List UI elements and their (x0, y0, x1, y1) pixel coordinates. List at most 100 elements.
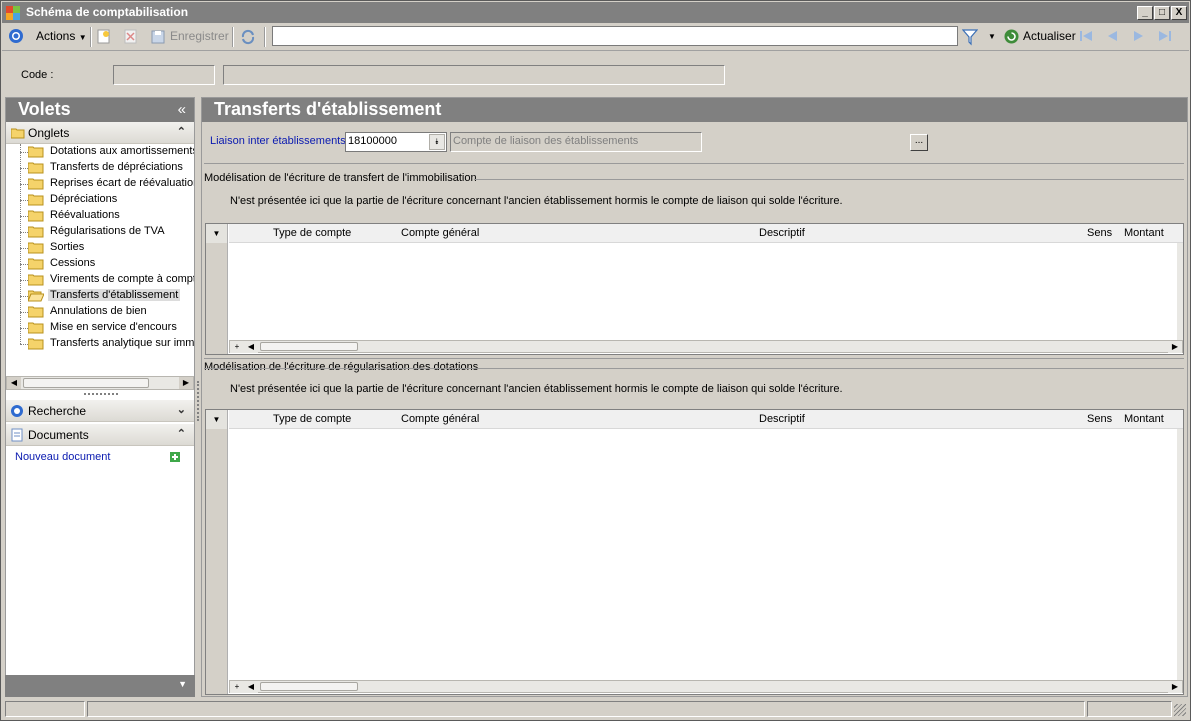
title-bar[interactable]: Schéma de comptabilisation _ □ X (2, 2, 1189, 23)
tree-item-label: Mise en service d'encours (50, 321, 177, 333)
tree-item[interactable]: Transferts de dépréciations (6, 160, 194, 176)
volets-header: Volets « (6, 98, 194, 122)
add-icon[interactable] (170, 452, 180, 462)
liaison-label[interactable]: Liaison inter établissements: (210, 135, 349, 147)
close-button[interactable]: X (1171, 6, 1187, 20)
previous-record-icon[interactable] (1105, 29, 1119, 43)
recherche-label: Recherche (28, 404, 87, 418)
column-header[interactable]: Descriptif (759, 227, 805, 239)
scroll-thumb[interactable] (23, 378, 149, 388)
grid-regularisation[interactable]: ▼ Type de compte Compte général Descriptif… (205, 409, 1184, 695)
tree-connector (20, 216, 28, 217)
column-header[interactable]: Compte général (401, 413, 479, 425)
recherche-section-header[interactable]: Recherche ⌄ (6, 400, 194, 422)
onglets-section-header[interactable]: Onglets ⌃ (6, 122, 194, 144)
new-document-icon[interactable] (97, 29, 111, 45)
splitter-handle[interactable] (84, 393, 118, 395)
tree-item[interactable]: Cessions (6, 256, 194, 272)
minimize-button[interactable]: _ (1137, 6, 1153, 20)
scroll-thumb[interactable] (260, 342, 358, 351)
grid-menu-icon[interactable]: ▼ (206, 410, 228, 429)
documents-section-header[interactable]: Documents ⌃ (6, 424, 194, 446)
scroll-left-icon[interactable]: ◀ (244, 341, 258, 353)
scroll-left-icon[interactable]: ◀ (7, 377, 21, 389)
liaison-description-field: Compte de liaison des établissements (450, 132, 702, 152)
refresh-button[interactable]: Actualiser (1023, 29, 1076, 43)
column-header[interactable]: Sens (1087, 227, 1112, 239)
collapse-section-icon[interactable]: ⌃ (177, 125, 186, 138)
last-record-icon[interactable] (1157, 29, 1173, 43)
scroll-right-icon[interactable]: ▶ (1168, 341, 1182, 353)
code-description-field[interactable] (223, 65, 725, 85)
tree-item-label: Dépréciations (50, 193, 118, 205)
sync-icon[interactable] (239, 28, 257, 46)
column-header[interactable]: Descriptif (759, 413, 805, 425)
refresh-icon[interactable] (1003, 28, 1020, 45)
toolbar-separator (90, 27, 92, 47)
folder-icon (28, 226, 44, 238)
footer-chevron-icon[interactable]: ▼ (178, 679, 187, 689)
column-header[interactable]: Type de compte (273, 227, 351, 239)
filter-icon[interactable] (962, 28, 978, 46)
grid-menu-icon[interactable]: ▼ (206, 224, 228, 243)
folder-icon (28, 322, 44, 334)
main-header: Transferts d'établissement (202, 98, 1187, 122)
liaison-combo[interactable]: 18100000 ⯯ (345, 132, 447, 152)
tree-horizontal-scrollbar[interactable]: ◀ ▶ (6, 376, 194, 390)
delete-icon[interactable] (124, 29, 138, 45)
tree-item[interactable]: Transferts d'établissement (6, 288, 194, 304)
collapse-section-icon[interactable]: ⌃ (177, 427, 186, 440)
tree-item[interactable]: Dotations aux amortissements (6, 144, 194, 160)
tree-item[interactable]: Dépréciations (6, 192, 194, 208)
collapse-pane-icon[interactable]: « (178, 101, 186, 118)
filter-dropdown-arrow-icon[interactable]: ▼ (988, 32, 996, 41)
liaison-value: 18100000 (348, 135, 397, 147)
add-row-icon[interactable]: + (230, 341, 244, 353)
tree-item[interactable]: Reprises écart de réévaluation (6, 176, 194, 192)
search-input[interactable] (272, 26, 958, 46)
tree-item[interactable]: Régularisations de TVA (6, 224, 194, 240)
column-header[interactable]: Montant (1124, 413, 1164, 425)
expand-section-icon[interactable]: ⌄ (177, 403, 186, 416)
row-selector-column (206, 224, 228, 354)
tree-item[interactable]: Annulations de bien (6, 304, 194, 320)
pane-splitter[interactable] (197, 381, 199, 421)
combo-dropdown-icon[interactable]: ⯯ (429, 134, 445, 150)
grid-transfert[interactable]: ▼ Type de compte Compte général Descriptif… (205, 223, 1184, 355)
tree-item[interactable]: Réévaluations (6, 208, 194, 224)
resize-grip-icon[interactable] (1174, 704, 1186, 716)
navigation-circle-icon[interactable] (8, 28, 24, 44)
maximize-button[interactable]: □ (1154, 6, 1170, 20)
add-row-icon[interactable]: + (230, 681, 244, 693)
first-record-icon[interactable] (1078, 29, 1094, 43)
next-record-icon[interactable] (1132, 29, 1146, 43)
save-icon[interactable] (150, 29, 166, 45)
tree-item-label: Annulations de bien (50, 305, 147, 317)
tree-connector (20, 184, 28, 185)
save-button[interactable]: Enregistrer (170, 29, 229, 43)
column-header[interactable]: Montant (1124, 227, 1164, 239)
new-document-link[interactable]: Nouveau document (15, 451, 110, 463)
code-row: Code : (2, 51, 1189, 95)
scroll-left-icon[interactable]: ◀ (244, 681, 258, 693)
grid-horizontal-scrollbar[interactable]: + ◀ ▶ (229, 680, 1183, 693)
tree-item-label: Dotations aux amortissements (50, 145, 194, 157)
status-cell (87, 701, 1085, 717)
tree-item[interactable]: Mise en service d'encours (6, 320, 194, 336)
column-header[interactable]: Compte général (401, 227, 479, 239)
scroll-right-icon[interactable]: ▶ (1168, 681, 1182, 693)
column-header[interactable]: Type de compte (273, 413, 351, 425)
grid-horizontal-scrollbar[interactable]: + ◀ ▶ (229, 340, 1183, 353)
tree-connector (20, 168, 28, 169)
code-field[interactable] (113, 65, 215, 85)
actions-menu[interactable]: Actions ▼ (36, 29, 87, 43)
column-header[interactable]: Sens (1087, 413, 1112, 425)
tree-connector (20, 232, 28, 233)
grid-header: Type de compte Compte général Descriptif Se… (229, 410, 1183, 429)
scroll-right-icon[interactable]: ▶ (179, 377, 193, 389)
scroll-thumb[interactable] (260, 682, 358, 691)
tree-item[interactable]: Transferts analytique sur immo (6, 336, 194, 352)
ellipsis-button[interactable]: ... (910, 134, 928, 151)
tree-item[interactable]: Virements de compte à compte (6, 272, 194, 288)
tree-item[interactable]: Sorties (6, 240, 194, 256)
